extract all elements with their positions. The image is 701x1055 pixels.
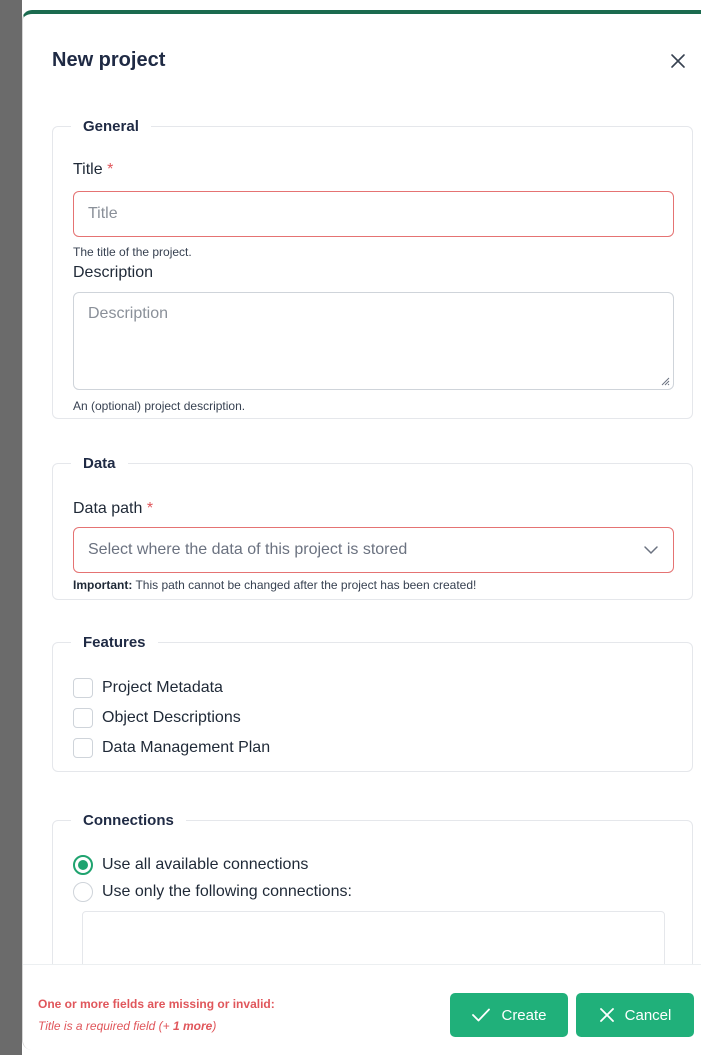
new-project-dialog: New project General Title * Title The ti… bbox=[22, 10, 701, 1050]
dialog-footer: One or more fields are missing or invali… bbox=[23, 964, 701, 1050]
title-label-text: Title bbox=[73, 161, 103, 178]
features-legend: Features bbox=[83, 634, 146, 651]
required-asterisk: * bbox=[146, 500, 154, 517]
title-help: The title of the project. bbox=[73, 245, 192, 259]
title-input[interactable]: Title bbox=[73, 191, 674, 237]
checkbox-label: Data Management Plan bbox=[102, 739, 271, 756]
checkbox[interactable] bbox=[73, 678, 93, 698]
cancel-button-label: Cancel bbox=[624, 1006, 672, 1024]
dialog-body[interactable]: General Title * Title The title of the p… bbox=[23, 94, 701, 964]
validation-error-detail: Title is a required field (+ 1 more) bbox=[38, 1019, 216, 1033]
connections-section: Connections Use all available connection… bbox=[52, 812, 693, 964]
checkbox-label: Object Descriptions bbox=[102, 709, 241, 726]
general-section: General Title * Title The title of the p… bbox=[52, 118, 693, 419]
error-detail-suffix: ) bbox=[212, 1019, 217, 1033]
create-button-label: Create bbox=[501, 1006, 547, 1024]
data-path-label-text: Data path bbox=[73, 500, 143, 517]
create-button[interactable]: Create bbox=[450, 993, 568, 1037]
feature-object-descriptions[interactable]: Object Descriptions bbox=[73, 706, 241, 730]
validation-error-title: One or more fields are missing or invali… bbox=[38, 997, 275, 1011]
required-asterisk: * bbox=[107, 161, 114, 178]
checkbox[interactable] bbox=[73, 708, 93, 728]
data-legend: Data bbox=[83, 455, 116, 472]
connections-legend: Connections bbox=[83, 812, 174, 829]
radio-button-selected[interactable] bbox=[73, 855, 93, 875]
description-help: An (optional) project description. bbox=[73, 399, 246, 413]
data-path-label: Data path * bbox=[73, 500, 153, 518]
title-label: Title * bbox=[73, 161, 113, 179]
checkbox[interactable] bbox=[73, 738, 93, 758]
data-path-help: Important: This path cannot be changed a… bbox=[73, 578, 476, 592]
data-path-help-strong: Important: bbox=[73, 578, 133, 592]
description-textarea[interactable]: Description bbox=[73, 292, 674, 390]
description-placeholder: Description bbox=[88, 305, 169, 322]
radio-label: Use only the following connections: bbox=[102, 883, 352, 900]
feature-project-metadata[interactable]: Project Metadata bbox=[73, 676, 223, 700]
checkbox-label: Project Metadata bbox=[102, 679, 223, 696]
data-path-select[interactable]: Select where the data of this project is… bbox=[73, 527, 674, 573]
title-placeholder: Title bbox=[88, 205, 118, 222]
close-button[interactable] bbox=[667, 50, 689, 72]
data-section: Data Data path * Select where the data o… bbox=[52, 455, 693, 600]
radio-use-all-connections[interactable]: Use all available connections bbox=[73, 853, 308, 877]
features-section: Features Project Metadata Object Descrip… bbox=[52, 634, 693, 772]
radio-use-following-connections[interactable]: Use only the following connections: bbox=[73, 880, 352, 904]
data-path-placeholder: Select where the data of this project is… bbox=[88, 541, 408, 558]
dialog-header: New project bbox=[23, 14, 701, 94]
data-path-help-text: This path cannot be changed after the pr… bbox=[132, 578, 477, 592]
dialog-title: New project bbox=[52, 49, 166, 71]
close-icon bbox=[671, 54, 685, 68]
radio-label: Use all available connections bbox=[102, 856, 309, 873]
cancel-button[interactable]: Cancel bbox=[576, 993, 694, 1037]
check-icon bbox=[472, 1008, 491, 1022]
description-label: Description bbox=[73, 264, 154, 281]
radio-button[interactable] bbox=[73, 882, 93, 902]
error-detail-more: 1 more bbox=[172, 1019, 213, 1033]
resize-grip-icon[interactable] bbox=[661, 377, 670, 386]
close-icon bbox=[599, 1008, 614, 1022]
feature-data-management-plan[interactable]: Data Management Plan bbox=[73, 736, 270, 760]
error-detail-prefix: Title is a required field (+ bbox=[38, 1019, 173, 1033]
chevron-down-icon bbox=[644, 546, 658, 555]
general-legend: General bbox=[83, 118, 139, 135]
connections-list[interactable] bbox=[82, 911, 665, 964]
backdrop bbox=[0, 0, 22, 1055]
